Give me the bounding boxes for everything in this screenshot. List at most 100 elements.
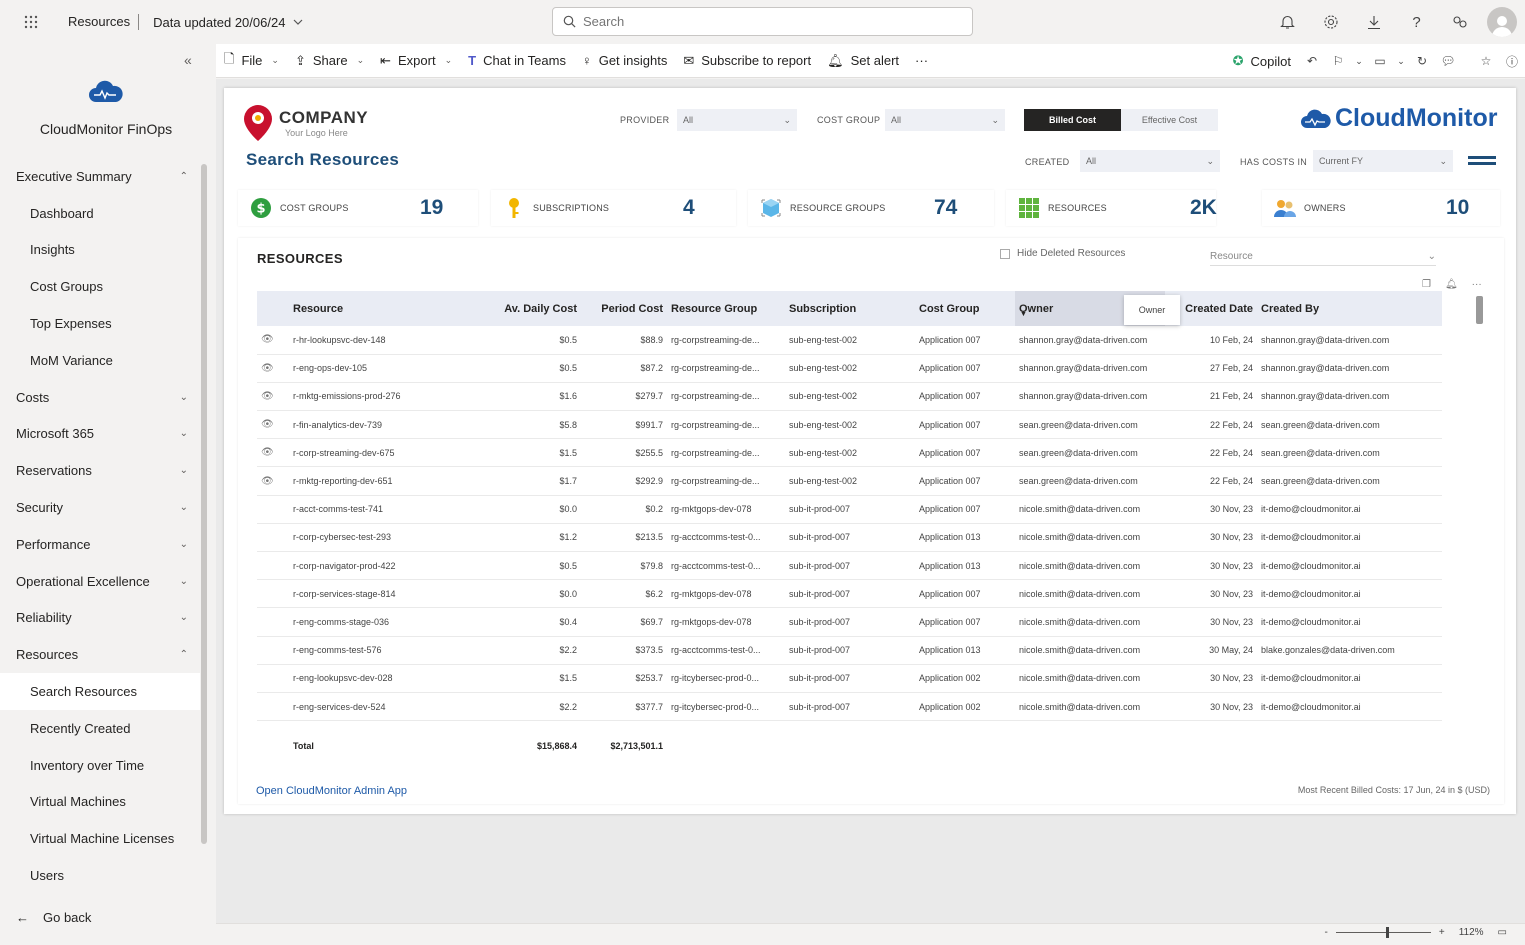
workspace-breadcrumb[interactable]: Resources	[68, 14, 140, 30]
table-scrollbar[interactable]	[1476, 296, 1483, 324]
copy-icon[interactable]: ❐	[1422, 279, 1431, 290]
view-icon[interactable]: ▭	[1367, 44, 1393, 78]
eye-icon[interactable]: 👁︎	[261, 363, 274, 374]
column-header-subscription[interactable]: Subscription	[785, 291, 915, 326]
admin-app-link[interactable]: Open CloudMonitor Admin App	[256, 785, 407, 797]
table-row[interactable]: r-corp-cybersec-test-293 $1.2 $213.5 rg-acc…	[257, 523, 1442, 553]
download-icon[interactable]	[1352, 0, 1395, 44]
has-costs-select[interactable]: Current FY ⌄	[1313, 150, 1453, 172]
nav-scrollbar[interactable]	[201, 164, 207, 844]
table-row[interactable]: 👁︎ r-mktg-reporting-dev-651 $1.7 $292.9 rg-c…	[257, 466, 1442, 496]
table-row[interactable]: r-corp-services-stage-814 $0.0 $6.2 rg-mktg…	[257, 579, 1442, 609]
sidebar-item[interactable]: Resources ⌃	[0, 636, 200, 673]
sidebar-item[interactable]: MoM Variance	[0, 342, 200, 379]
table-row[interactable]: 👁︎ r-eng-ops-dev-105 $0.5 $87.2 rg-corpstrea…	[257, 354, 1442, 383]
sidebar-item[interactable]: Performance ⌄	[0, 526, 200, 563]
set-alert-button[interactable]: 🔔︎ Set alert	[819, 44, 907, 78]
sidebar-item[interactable]: Reservations ⌄	[0, 452, 200, 489]
undo-icon[interactable]: ↶	[1299, 44, 1325, 78]
column-header-daily-cost[interactable]: Av. Daily Cost	[479, 291, 581, 326]
search-input[interactable]	[583, 14, 943, 29]
user-avatar[interactable]	[1487, 7, 1517, 37]
sidebar-item-label: Microsoft 365	[16, 426, 95, 442]
data-updated-dropdown[interactable]: Data updated 20/06/24	[153, 15, 303, 30]
sidebar-item[interactable]: Recently Created	[0, 710, 200, 747]
effective-cost-toggle[interactable]: Effective Cost	[1121, 109, 1218, 131]
sidebar-item[interactable]: Search Resources	[0, 673, 200, 710]
provider-select[interactable]: All ⌄	[677, 109, 797, 131]
sidebar-item[interactable]: Virtual Machine Licenses	[0, 820, 200, 857]
resource-slicer[interactable]: Resource ⌄	[1210, 248, 1436, 266]
table-row[interactable]: r-acct-comms-test-741 $0.0 $0.2 rg-mktgops-…	[257, 495, 1442, 524]
comment-icon[interactable]: 💬︎	[1435, 44, 1461, 78]
share-menu[interactable]: ⇪ Share ⌄	[287, 44, 372, 78]
table-row[interactable]: r-corp-navigator-prod-422 $0.5 $79.8 rg-acc…	[257, 551, 1442, 581]
table-row[interactable]: 👁︎ r-fin-analytics-dev-739 $5.8 $991.7 rg-co…	[257, 410, 1442, 440]
table-row[interactable]: 👁︎ r-corp-streaming-dev-675 $1.5 $255.5 rg-c…	[257, 438, 1442, 468]
search-box[interactable]	[552, 7, 973, 36]
table-row[interactable]: r-eng-lookupsvc-dev-028 $1.5 $253.7 rg-itcy…	[257, 664, 1442, 693]
favorite-star-icon[interactable]: ☆	[1473, 44, 1499, 78]
sidebar-item[interactable]: Costs ⌄	[0, 379, 200, 416]
settings-gear-icon[interactable]	[1309, 0, 1352, 44]
go-back-button[interactable]: ← Go back	[16, 910, 91, 925]
hide-deleted-checkbox[interactable]: Hide Deleted Resources	[1000, 248, 1125, 259]
file-menu[interactable]: 🗋 File ⌄	[216, 44, 287, 78]
sidebar-item[interactable]: Top Expenses	[0, 305, 200, 342]
column-header-resource-group[interactable]: Resource Group	[667, 291, 785, 326]
billed-cost-toggle[interactable]: Billed Cost	[1024, 109, 1121, 131]
menu-hamburger-icon[interactable]	[1468, 156, 1496, 168]
sidebar-item[interactable]: Executive Summary ⌃	[0, 158, 200, 195]
table-row[interactable]: r-eng-comms-test-576 $2.2 $373.5 rg-acctcom…	[257, 636, 1442, 665]
chat-in-teams-button[interactable]: T Chat in Teams	[460, 44, 574, 78]
table-row[interactable]: 👁︎ r-mktg-emissions-prod-276 $1.6 $279.7 rg-…	[257, 382, 1442, 412]
refresh-icon[interactable]: ↻	[1409, 44, 1435, 78]
sidebar-item[interactable]: Dashboard	[0, 195, 200, 232]
info-icon[interactable]: ⓘ	[1499, 44, 1525, 78]
copilot-button[interactable]: ✪ Copilot	[1225, 44, 1299, 78]
eye-icon[interactable]: 👁︎	[261, 334, 274, 345]
table-row[interactable]: r-eng-services-dev-524 $2.2 $377.7 rg-itcyb…	[257, 692, 1442, 722]
sidebar-item[interactable]: Security ⌄	[0, 489, 200, 526]
get-insights-button[interactable]: ♀ Get insights	[574, 44, 675, 78]
eye-icon[interactable]: 👁︎	[261, 476, 274, 487]
chevron-down-icon[interactable]: ⌄	[1393, 44, 1409, 78]
sidebar-item[interactable]: Operational Excellence ⌄	[0, 563, 200, 600]
sidebar-item[interactable]: Virtual Machines	[0, 784, 200, 821]
alert-bell-icon[interactable]: 🔔︎	[1445, 279, 1458, 290]
column-header-cost-group[interactable]: Cost Group	[915, 291, 1015, 326]
zoom-slider-thumb[interactable]	[1385, 927, 1389, 938]
sidebar-item[interactable]: Users	[0, 857, 200, 894]
sidebar-item[interactable]: Cost Groups	[0, 268, 200, 305]
feedback-icon[interactable]	[1438, 0, 1481, 44]
zoom-in-button[interactable]: +	[1439, 927, 1445, 938]
sidebar-item[interactable]: Microsoft 365 ⌄	[0, 416, 200, 453]
eye-icon[interactable]: 👁︎	[261, 419, 274, 430]
column-header-period-cost[interactable]: Period Cost	[581, 291, 667, 326]
zoom-out-button[interactable]: -	[1325, 927, 1328, 938]
more-options-button[interactable]: ···	[907, 44, 936, 78]
collapse-nav-icon[interactable]: «	[184, 52, 192, 68]
eye-icon[interactable]: 👁︎	[261, 447, 274, 458]
app-launcher-icon[interactable]	[16, 15, 46, 29]
sidebar-item[interactable]: Reliability ⌄	[0, 600, 200, 637]
created-select[interactable]: All ⌄	[1080, 150, 1220, 172]
sidebar-item[interactable]: Insights	[0, 232, 200, 269]
column-header-created-by[interactable]: Created By	[1257, 291, 1442, 326]
bookmark-icon[interactable]: ⚐	[1325, 44, 1351, 78]
fit-page-icon[interactable]: ▭	[1498, 927, 1507, 938]
table-row[interactable]: r-eng-comms-stage-036 $0.4 $69.7 rg-mktgops…	[257, 607, 1442, 637]
chevron-down-icon[interactable]: ⌄	[1351, 44, 1367, 78]
eye-icon[interactable]: 👁︎	[261, 391, 274, 402]
cost-group-select[interactable]: All ⌄	[885, 109, 1005, 131]
sidebar-item[interactable]: Inventory over Time	[0, 747, 200, 784]
zoom-slider[interactable]	[1335, 927, 1431, 938]
more-options-icon[interactable]: ···	[1472, 279, 1482, 290]
export-menu[interactable]: ⇤ Export ⌄	[372, 44, 460, 78]
brand-name: CloudMonitor	[1335, 104, 1498, 132]
help-icon[interactable]: ?	[1395, 0, 1438, 44]
table-row[interactable]: 👁︎ r-hr-lookupsvc-dev-148 $0.5 $88.9 rg-corp…	[257, 326, 1442, 355]
notifications-bell-icon[interactable]	[1266, 0, 1309, 44]
column-header-resource[interactable]: Resource	[289, 291, 479, 326]
subscribe-button[interactable]: ✉ Subscribe to report	[675, 44, 819, 78]
